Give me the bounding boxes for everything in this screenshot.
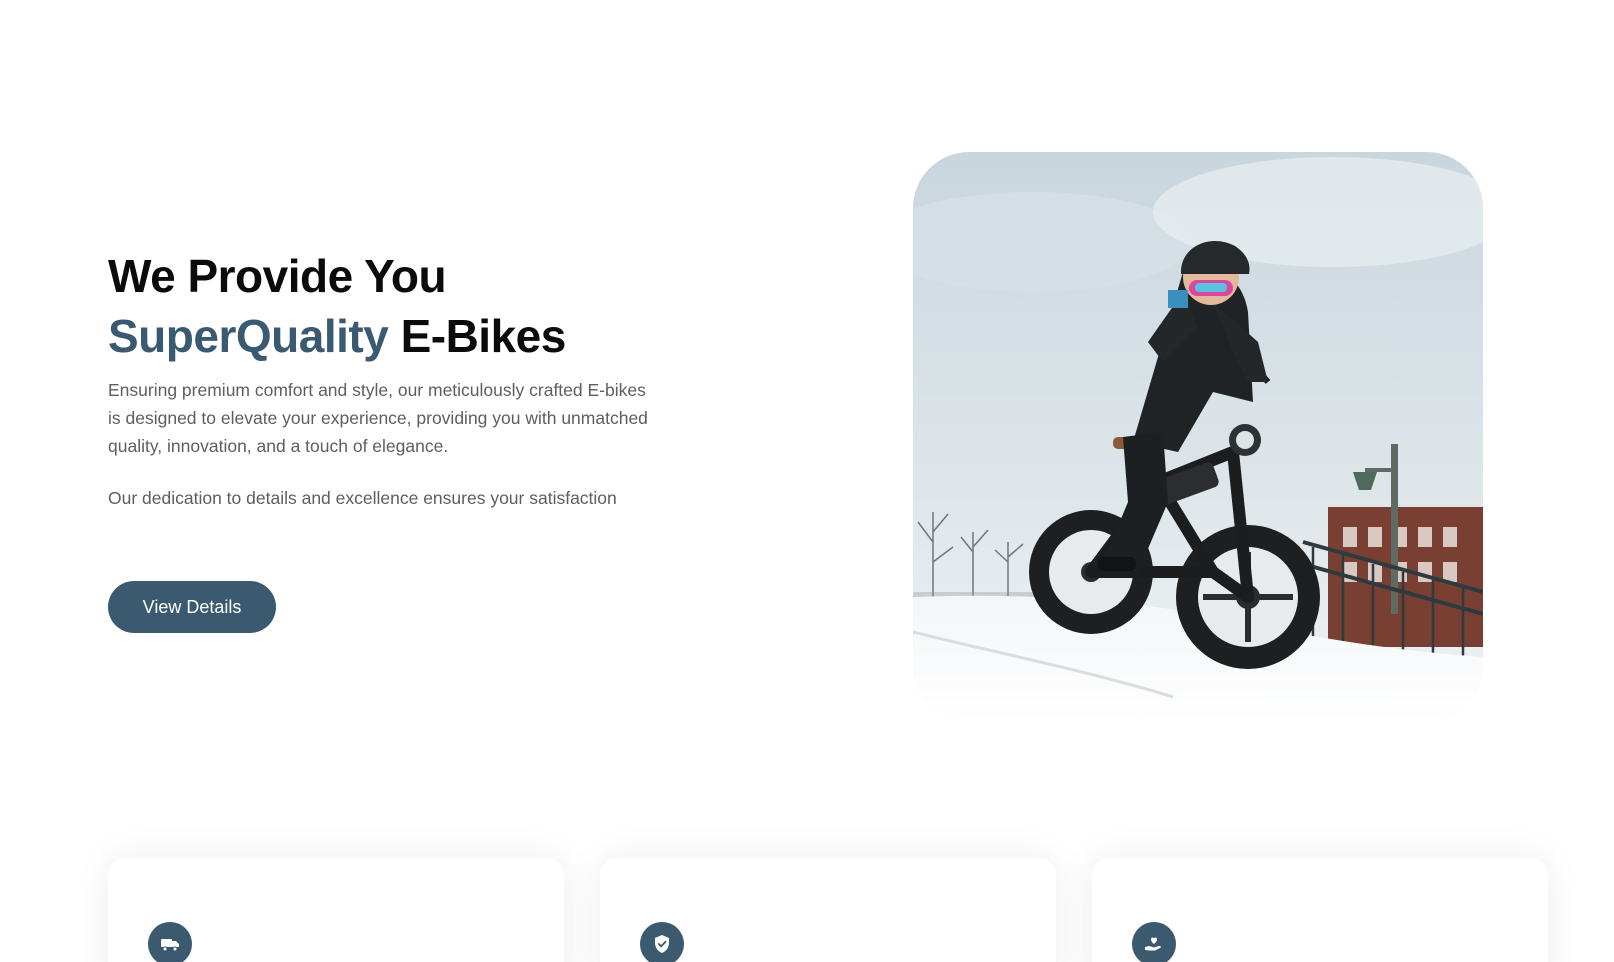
hero-title-line1: We Provide You — [108, 250, 447, 302]
hero-description: Ensuring premium comfort and style, our … — [108, 380, 648, 456]
ebike-snow-photo — [913, 152, 1483, 722]
delivery-truck-glyph — [161, 939, 179, 952]
feature-card-delivery — [108, 858, 564, 962]
page: We Provide You SuperQuality E-Bikes Ensu… — [0, 0, 1614, 962]
delivery-truck-icon — [148, 922, 192, 962]
view-details-button[interactable]: View Details — [108, 581, 276, 633]
hero-title-rest: E-Bikes — [400, 310, 567, 362]
feature-card-support — [1092, 858, 1548, 962]
heart-hand-glyph — [1145, 937, 1161, 951]
hero-image — [913, 152, 1483, 722]
shield-check-glyph — [655, 935, 669, 953]
shield-check-icon — [640, 922, 684, 962]
feature-card-warranty — [600, 858, 1056, 962]
hero-title-accent: SuperQuality — [108, 310, 389, 362]
heart-hand-icon — [1132, 922, 1176, 962]
hero-title: We Provide You SuperQuality E-Bikes — [108, 246, 828, 366]
hero-subtext: Our dedication to details and excellence… — [108, 488, 617, 508]
hero-section: We Provide You SuperQuality E-Bikes Ensu… — [108, 246, 828, 512]
